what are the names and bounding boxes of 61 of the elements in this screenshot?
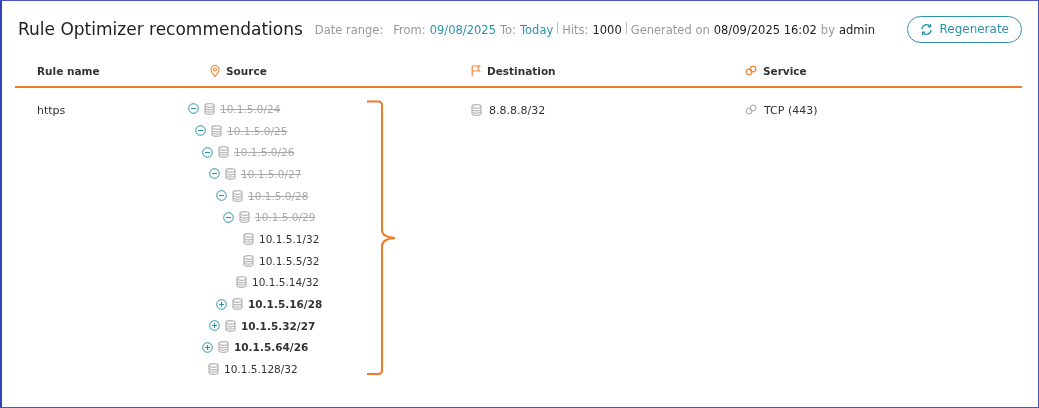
link-icon	[745, 104, 757, 115]
refresh-icon	[920, 22, 934, 36]
stack-icon	[239, 211, 250, 224]
service-port: TCP (443)	[764, 104, 818, 117]
expand-icon[interactable]	[209, 320, 220, 332]
stack-icon	[218, 146, 229, 159]
column-header: Service	[763, 64, 807, 77]
page-title: Rule Optimizer recommendations	[18, 19, 303, 39]
regenerate-button[interactable]: Regenerate	[907, 15, 1022, 43]
stack-icon	[232, 189, 243, 202]
flag-icon	[471, 64, 481, 77]
location-pin-icon	[210, 64, 220, 77]
stack-icon	[471, 104, 482, 116]
hits-label: Hits:	[562, 22, 589, 37]
from-date-link[interactable]: 09/08/2025	[429, 22, 496, 37]
generated-label: Generated on	[630, 22, 710, 37]
stack-icon	[232, 298, 243, 311]
collapse-icon[interactable]	[188, 103, 199, 115]
collapse-icon[interactable]	[202, 146, 213, 158]
stack-icon	[211, 124, 222, 137]
expand-icon[interactable]	[216, 298, 227, 310]
subnet-label: 10.1.5.0/24	[220, 102, 281, 115]
stack-icon	[236, 276, 247, 289]
column-header: Rule name	[37, 64, 100, 77]
subnet-label: 10.1.5.0/29	[255, 211, 316, 224]
destination-address: 8.8.8.8/32	[489, 104, 546, 117]
subnet-label: 10.1.5.16/28	[248, 298, 323, 311]
column-header: Destination	[487, 64, 556, 77]
column-header: Source	[226, 64, 267, 77]
subnet-label: 10.1.5.5/32	[259, 254, 320, 267]
subnet-label: 10.1.5.128/32	[224, 363, 298, 376]
subnet-label: 10.1.5.14/32	[252, 276, 319, 289]
generated-timestamp: 08/09/2025 16:02	[713, 22, 817, 37]
hits-value: 1000	[592, 22, 622, 37]
stack-icon	[243, 232, 254, 245]
stack-icon	[225, 167, 236, 180]
subnet-label: 10.1.5.0/25	[227, 124, 288, 137]
collapse-icon[interactable]	[223, 211, 234, 223]
stack-icon	[204, 102, 215, 115]
stack-icon	[243, 254, 254, 267]
user-name: admin	[838, 22, 875, 37]
stack-icon	[225, 319, 236, 332]
stack-icon	[218, 341, 229, 354]
to-label: To:	[500, 22, 516, 37]
link-icon	[745, 65, 757, 76]
rule-name: https	[37, 104, 66, 117]
subnet-label: 10.1.5.0/26	[234, 146, 295, 159]
collapse-icon[interactable]	[195, 125, 206, 137]
expand-icon[interactable]	[202, 341, 213, 353]
stack-icon	[208, 363, 219, 376]
to-date-link[interactable]: Today	[519, 22, 554, 37]
date-range-label: Date range:	[314, 22, 384, 37]
subnet-label: 10.1.5.32/27	[241, 319, 316, 332]
subnet-label: 10.1.5.1/32	[259, 232, 320, 245]
subnet-label: 10.1.5.0/28	[248, 189, 309, 202]
collapse-icon[interactable]	[209, 168, 220, 180]
collapse-icon[interactable]	[216, 190, 227, 202]
by-label: by	[820, 22, 835, 37]
subnet-label: 10.1.5.64/26	[234, 341, 309, 354]
from-label: From:	[393, 22, 426, 37]
subnet-label: 10.1.5.0/27	[241, 167, 302, 180]
